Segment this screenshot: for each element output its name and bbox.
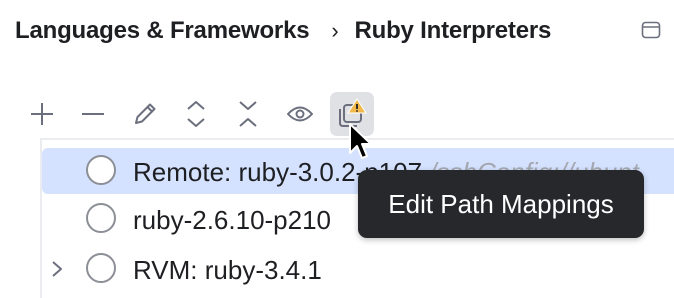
breadcrumb-current: Ruby Interpreters [354,17,552,44]
expand-all-button[interactable] [174,92,218,136]
edit-button[interactable] [123,92,167,136]
expand-icon [187,101,205,127]
tooltip-text: Edit Path Mappings [388,188,614,219]
plus-icon [31,103,53,125]
window-icon[interactable] [641,21,661,44]
breadcrumb-parent[interactable]: Languages & Frameworks [15,17,310,45]
breadcrumb: Languages & Frameworks › Ruby Interprete… [15,14,551,48]
interpreter-label: RVM: ruby-3.4.1 [133,255,322,285]
interpreter-label: ruby-2.6.10-p210 [133,205,332,235]
add-button[interactable] [20,92,64,136]
collapse-all-button[interactable] [226,92,270,136]
interpreter-status-icon [86,253,116,283]
tree-row-rvm-ruby[interactable]: RVM: ruby-3.4.1 [42,246,674,292]
chevron-right-icon[interactable] [50,259,64,279]
eye-icon [287,106,313,122]
tooltip: Edit Path Mappings [358,170,644,238]
interpreter-status-icon [86,203,116,233]
show-button[interactable] [278,92,322,136]
mouse-pointer-icon [349,123,372,159]
interpreter-status-icon [86,155,116,185]
breadcrumb-separator: › [331,18,339,43]
collapse-icon [239,101,257,127]
minus-icon [82,113,104,115]
remove-button[interactable] [71,92,115,136]
pencil-icon [135,103,156,124]
